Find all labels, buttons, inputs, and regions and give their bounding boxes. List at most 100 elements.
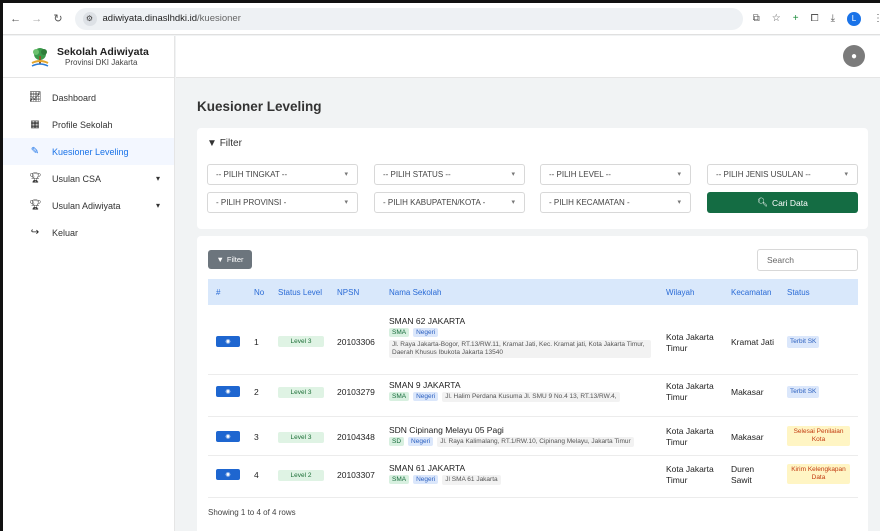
brand-title: Sekolah Adiwiyata xyxy=(57,46,149,58)
school-address: Jl SMA 61 Jakarta xyxy=(442,475,501,485)
col-header-status[interactable]: Status xyxy=(787,288,810,297)
table-row: ◉ 2 Level 3 20103279 SMAN 9 JAKARTA SMA … xyxy=(208,375,858,417)
bookmark-star-icon[interactable]: ☆ xyxy=(772,13,781,24)
col-header-wilayah[interactable]: Wilayah xyxy=(666,288,694,297)
user-avatar-icon[interactable]: ● xyxy=(843,45,865,67)
chevron-down-icon: ▾ xyxy=(677,199,681,206)
school-tags: SMA Negeri Jl SMA 61 Jakarta xyxy=(389,475,501,485)
cell-no: 2 xyxy=(254,387,259,397)
view-button[interactable]: ◉ xyxy=(216,469,240,480)
browser-menu-icon[interactable]: ⋮ xyxy=(873,13,880,24)
filter-icon: ▼ xyxy=(207,138,217,149)
school-name: SMAN 61 JAKARTA xyxy=(389,463,466,473)
sidebar-item-label: Usulan Adiwiyata xyxy=(52,200,121,211)
browser-toolbar: ← → ↻ ⚙ adiwiyata.dinaslhdki.id/kuesione… xyxy=(3,3,880,35)
brand[interactable]: Sekolah Adiwiyata Provinsi DKI Jakarta xyxy=(3,36,174,78)
address-bar[interactable]: ⚙ adiwiyata.dinaslhdki.id/kuesioner xyxy=(74,7,743,30)
sidebar-item-kuesioner-leveling[interactable]: ✎ Kuesioner Leveling xyxy=(3,138,174,165)
sidebar: Sekolah Adiwiyata Provinsi DKI Jakarta 📈… xyxy=(3,36,175,531)
download-icon[interactable]: ⤓ xyxy=(831,13,835,24)
provinsi-select[interactable]: - PILIH PROVINSI - ▾ xyxy=(207,192,358,213)
sidebar-item-label: Dashboard xyxy=(52,92,97,103)
cell-npsn: 20104348 xyxy=(337,432,375,442)
status-badge: Selesai Penilaian Kota xyxy=(787,426,850,446)
chevron-down-icon: ▾ xyxy=(677,171,681,178)
cell-kecamatan: Kramat Jati xyxy=(731,337,774,347)
sidebar-item-label: Profile Sekolah xyxy=(52,119,113,130)
pagination-info: Showing 1 to 4 of 4 rows xyxy=(208,508,296,517)
sidebar-item-label: Keluar xyxy=(52,227,79,238)
view-button[interactable]: ◉ xyxy=(216,386,240,397)
chart-line-icon: 📈︎ xyxy=(29,92,42,103)
col-header-status-level[interactable]: Status Level xyxy=(278,288,322,297)
page-title: Kuesioner Leveling xyxy=(197,99,322,114)
search-icon: 🔍︎ xyxy=(757,197,768,207)
table-row: ◉ 1 Level 3 20103306 SMAN 62 JAKARTA SMA… xyxy=(208,305,858,375)
table-search-input[interactable]: Search xyxy=(757,249,858,271)
sidebar-item-dashboard[interactable]: 📈︎ Dashboard xyxy=(3,84,174,111)
filter-icon: ▼ xyxy=(216,255,224,264)
col-header-kecamatan[interactable]: Kecamatan xyxy=(731,288,771,297)
cell-wilayah: Kota Jakarta Timur xyxy=(666,332,714,353)
trophy-icon: 🏆︎ xyxy=(29,200,42,211)
status-badge: Terbit SK xyxy=(787,386,820,398)
status-select[interactable]: -- PILIH STATUS -- ▾ xyxy=(374,164,525,185)
sidebar-menu: 📈︎ Dashboard ▦ Profile Sekolah ✎ Kuesion… xyxy=(3,78,174,246)
status-badge: Kirim Kelengkapan Data xyxy=(787,464,850,484)
url-host: adiwiyata.dinaslhdki.id xyxy=(102,13,198,24)
cell-no: 1 xyxy=(254,337,259,347)
sidebar-item-profile-sekolah[interactable]: ▦ Profile Sekolah xyxy=(3,111,174,138)
translate-icon[interactable]: ⧉ xyxy=(753,13,760,24)
table-row: ◉ 3 Level 3 20104348 SDN Cipinang Melayu… xyxy=(208,417,858,456)
view-button[interactable]: ◉ xyxy=(216,431,240,442)
col-header-no[interactable]: No xyxy=(254,288,264,297)
chevron-down-icon: ▾ xyxy=(155,174,160,183)
view-button[interactable]: ◉ xyxy=(216,336,240,347)
sidebar-item-keluar[interactable]: ↪ Keluar xyxy=(3,219,174,246)
school-tags: SMA Negeri Jl. Halim Perdana Kusuma Jl. … xyxy=(389,392,620,402)
sidebar-item-usulan-adiwiyata[interactable]: 🏆︎ Usulan Adiwiyata ▾ xyxy=(3,192,174,219)
profile-avatar[interactable]: L xyxy=(847,11,861,26)
sidebar-item-usulan-csa[interactable]: 🏆︎ Usulan CSA ▾ xyxy=(3,165,174,192)
cell-npsn: 20103307 xyxy=(337,470,375,480)
forward-icon[interactable]: → xyxy=(28,10,45,28)
chevron-down-icon: ▾ xyxy=(344,171,348,178)
logout-icon: ↪ xyxy=(30,227,40,238)
reload-icon[interactable]: ↻ xyxy=(49,10,66,28)
tipe-badge: Negeri xyxy=(413,475,439,484)
site-settings-icon[interactable]: ⚙ xyxy=(82,11,97,26)
extension-plus-icon[interactable]: + xyxy=(793,13,799,24)
level-badge: Level 3 xyxy=(278,387,324,398)
cell-no: 4 xyxy=(254,470,259,480)
col-header-npsn[interactable]: NPSN xyxy=(337,288,359,297)
kecamatan-select[interactable]: - PILIH KECAMATAN - ▾ xyxy=(540,192,691,213)
cell-wilayah: Kota Jakarta Timur xyxy=(666,381,714,402)
tingkat-select[interactable]: -- PILIH TINGKAT -- ▾ xyxy=(207,164,358,185)
sidebar-item-label: Usulan CSA xyxy=(52,173,102,184)
school-tags: SMA Negeri xyxy=(389,328,439,337)
chevron-down-icon: ▾ xyxy=(344,199,348,206)
cell-wilayah: Kota Jakarta Timur xyxy=(666,426,714,447)
school-address: Jl. Raya Jakarta-Bogor, RT.13/RW.11, Kra… xyxy=(389,340,651,358)
trophy-icon: 🏆︎ xyxy=(29,173,42,184)
table-filter-button[interactable]: ▼ Filter xyxy=(208,250,252,269)
kabupaten-select[interactable]: - PILIH KABUPATEN/KOTA - ▾ xyxy=(374,192,525,213)
eye-icon: ◉ xyxy=(225,434,231,440)
back-icon[interactable]: ← xyxy=(7,10,24,28)
col-header-nama-sekolah[interactable]: Nama Sekolah xyxy=(389,288,441,297)
school-tags: SD Negeri Jl. Raya Kalimalang, RT.1/RW.1… xyxy=(389,437,634,447)
jenjang-badge: SD xyxy=(389,437,405,446)
school-name: SMAN 62 JAKARTA xyxy=(389,316,466,326)
level-select[interactable]: -- PILIH LEVEL -- ▾ xyxy=(540,164,691,185)
level-badge: Level 3 xyxy=(278,432,324,443)
cari-data-button[interactable]: 🔍︎ Cari Data xyxy=(707,192,858,213)
edit-icon: ✎ xyxy=(30,146,40,157)
url-path: /kuesioner xyxy=(197,13,241,24)
tipe-badge: Negeri xyxy=(408,437,434,446)
school-address: Jl. Raya Kalimalang, RT.1/RW.10, Cipinan… xyxy=(437,437,634,447)
jenis-usulan-select[interactable]: -- PILIH JENIS USULAN -- ▾ xyxy=(707,164,858,185)
chevron-down-icon: ▾ xyxy=(844,171,848,178)
extensions-icon[interactable]: ⧠ xyxy=(811,13,819,24)
building-icon: ▦ xyxy=(30,119,40,130)
status-badge: Terbit SK xyxy=(787,336,820,348)
